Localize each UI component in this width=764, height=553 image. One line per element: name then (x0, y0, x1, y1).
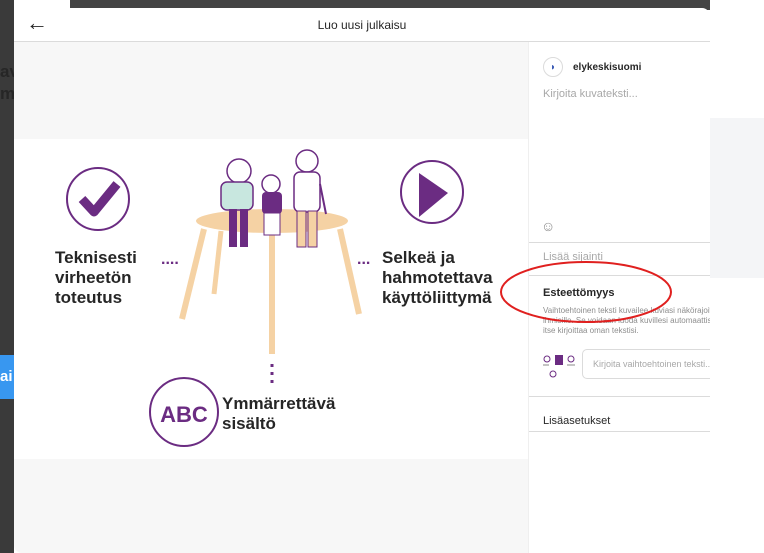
red-annotation-overlay (500, 261, 672, 323)
highlight-ellipse (500, 261, 672, 323)
